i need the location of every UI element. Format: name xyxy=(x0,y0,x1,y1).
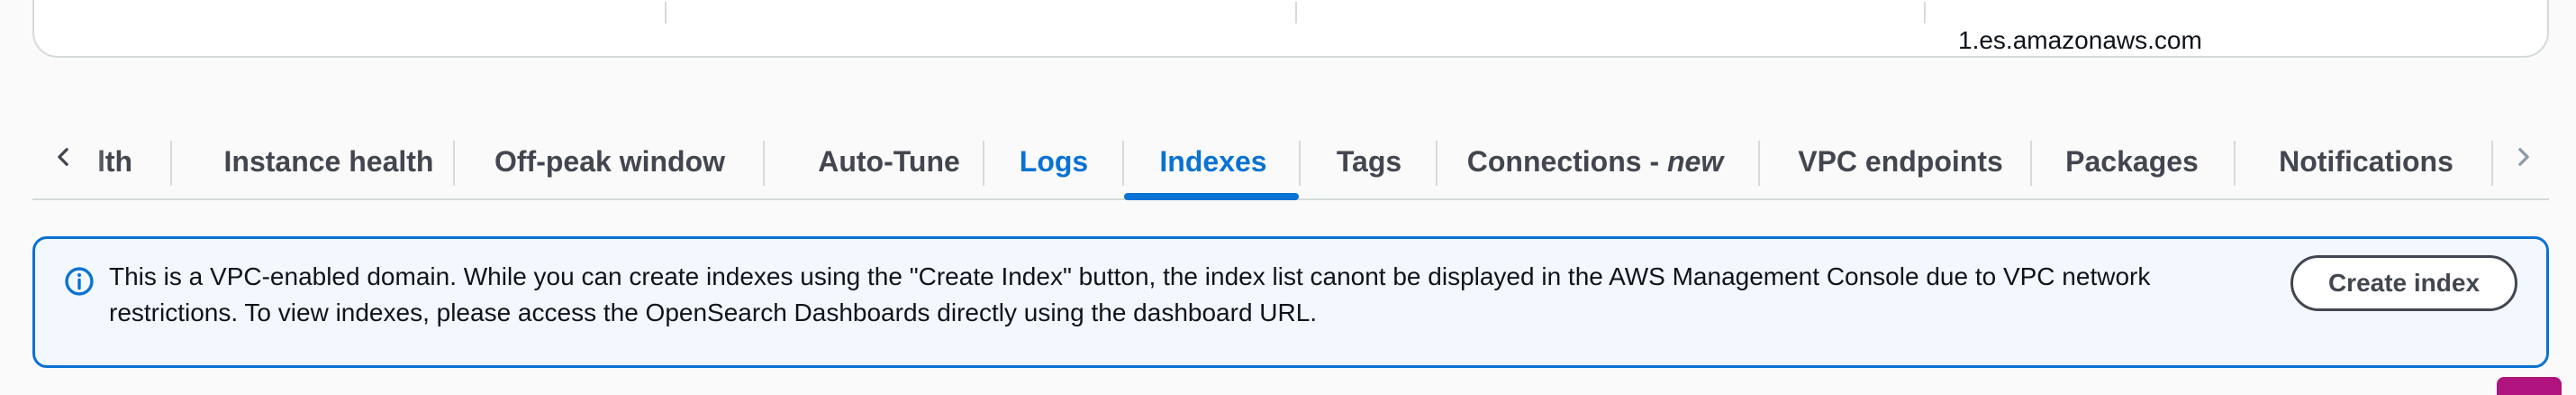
tab-label: Packages xyxy=(2065,144,2199,178)
tab-separator xyxy=(2491,141,2493,186)
tab-label: Auto-Tune xyxy=(818,144,960,178)
tab-label: Logs xyxy=(1019,144,1089,178)
alert-message-line-2: restrictions. To view indexes, please ac… xyxy=(109,299,1318,326)
tab-health-partial[interactable]: lth xyxy=(97,124,160,198)
tab-label: Connections - xyxy=(1466,144,1667,178)
tab-vpc-endpoints[interactable]: VPC endpoints xyxy=(1760,124,2041,198)
tab-off-peak-window[interactable]: Off-peak window xyxy=(455,124,765,198)
vpc-info-alert: This is a VPC-enabled domain. While you … xyxy=(32,236,2549,368)
tab-label: Off-peak window xyxy=(494,144,725,178)
tab-notifications[interactable]: Notifications xyxy=(2236,124,2497,198)
floating-widget-corner[interactable] xyxy=(2497,377,2562,395)
alert-message-line-1: This is a VPC-enabled domain. While you … xyxy=(109,262,2151,290)
chevron-left-icon xyxy=(58,148,68,166)
tab-connections[interactable]: Connections - new xyxy=(1438,124,1753,198)
column-divider xyxy=(665,2,667,23)
tabs-scroll-right-button[interactable] xyxy=(2500,133,2547,180)
tab-indexes[interactable]: Indexes xyxy=(1124,124,1302,198)
alert-message: This is a VPC-enabled domain. While you … xyxy=(109,259,2217,331)
column-divider xyxy=(1295,2,1297,23)
active-tab-indicator xyxy=(1124,193,1299,200)
tab-packages[interactable]: Packages xyxy=(2032,124,2232,198)
tab-auto-tune[interactable]: Auto-Tune xyxy=(765,124,1013,198)
create-index-button[interactable]: Create index xyxy=(2290,255,2517,311)
tab-label: Instance health xyxy=(223,144,434,178)
tab-label: Tags xyxy=(1336,144,1402,178)
new-badge-text: new xyxy=(1666,144,1724,178)
tab-instance-health[interactable]: Instance health xyxy=(172,124,485,198)
chevron-right-icon xyxy=(2518,148,2529,166)
column-divider xyxy=(1924,2,1926,23)
tabs-scroll-left-button[interactable] xyxy=(40,133,86,180)
tab-label: lth xyxy=(97,144,133,178)
tab-label: Notifications xyxy=(2279,144,2454,178)
tab-logs[interactable]: Logs xyxy=(984,124,1123,198)
tab-label: VPC endpoints xyxy=(1798,144,2003,178)
info-icon xyxy=(65,267,94,296)
domain-endpoint-value: 1.es.amazonaws.com xyxy=(1958,31,2202,51)
tab-label: Indexes xyxy=(1159,144,1267,178)
tab-list: lth Instance health Off-peak window Auto… xyxy=(32,124,2549,200)
tab-tags[interactable]: Tags xyxy=(1301,124,1438,198)
